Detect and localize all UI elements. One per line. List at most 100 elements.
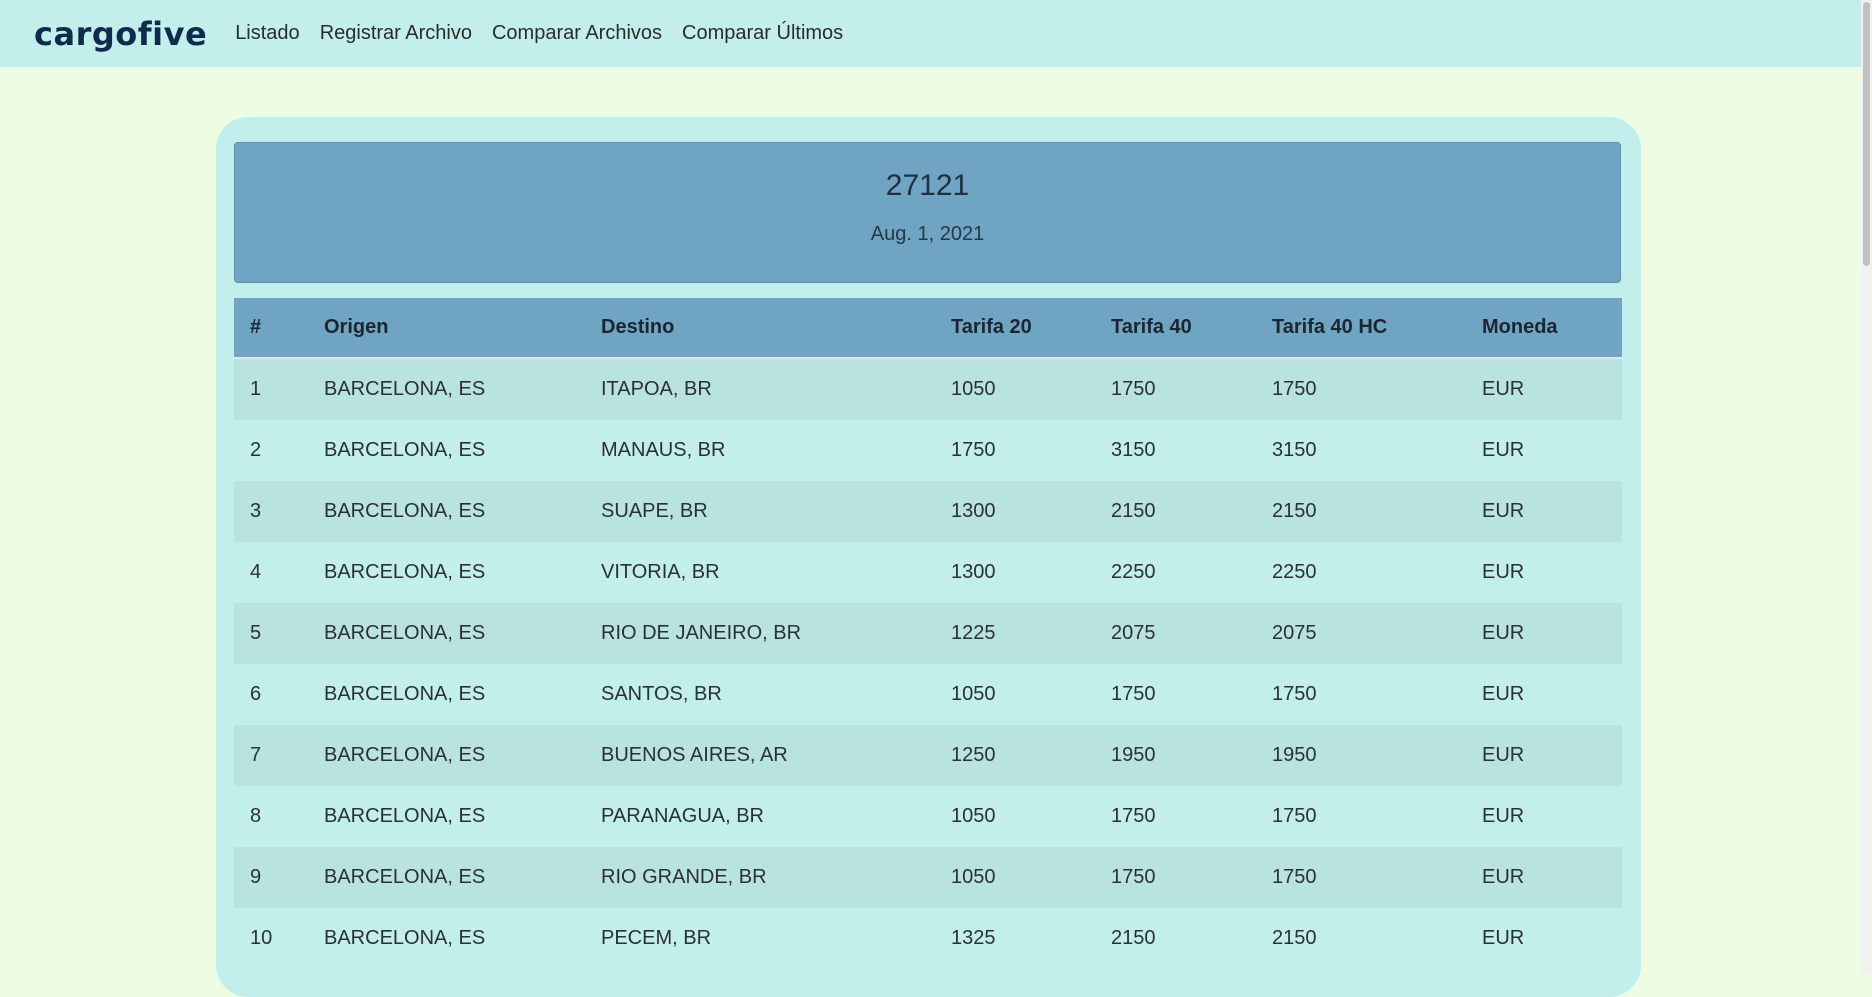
cell-tarifa-40: 2075: [1095, 603, 1256, 664]
cell-tarifa-20: 1750: [935, 420, 1095, 481]
file-detail-card: 27121 Aug. 1, 2021 # Origen Destino Tari…: [216, 117, 1641, 997]
table-row: 5 BARCELONA, ES RIO DE JANEIRO, BR 1225 …: [234, 603, 1622, 664]
table-row: 7 BARCELONA, ES BUENOS AIRES, AR 1250 19…: [234, 725, 1622, 786]
table-row: 9 BARCELONA, ES RIO GRANDE, BR 1050 1750…: [234, 847, 1622, 908]
scrollbar-thumb[interactable]: [1863, 2, 1870, 266]
cell-number: 7: [234, 725, 308, 786]
column-header-origen: Origen: [308, 298, 585, 359]
cell-moneda: EUR: [1466, 664, 1622, 725]
table-row: 1 BARCELONA, ES ITAPOA, BR 1050 1750 175…: [234, 358, 1622, 420]
cell-number: 4: [234, 542, 308, 603]
cell-destino: RIO DE JANEIRO, BR: [585, 603, 935, 664]
cell-destino: BUENOS AIRES, AR: [585, 725, 935, 786]
cell-tarifa-40-hc: 2150: [1256, 908, 1466, 969]
column-header-tarifa-40-hc: Tarifa 40 HC: [1256, 298, 1466, 359]
cell-destino: PARANAGUA, BR: [585, 786, 935, 847]
cell-moneda: EUR: [1466, 420, 1622, 481]
cell-moneda: EUR: [1466, 603, 1622, 664]
cell-tarifa-40: 2250: [1095, 542, 1256, 603]
cell-moneda: EUR: [1466, 481, 1622, 542]
nav-link-listado[interactable]: Listado: [235, 22, 300, 45]
nav-link-registrar-archivo[interactable]: Registrar Archivo: [320, 22, 472, 45]
cell-tarifa-40-hc: 1750: [1256, 847, 1466, 908]
column-header-moneda: Moneda: [1466, 298, 1622, 359]
column-header-tarifa-40: Tarifa 40: [1095, 298, 1256, 359]
nav-link-comparar-ultimos[interactable]: Comparar Últimos: [682, 22, 843, 45]
cell-moneda: EUR: [1466, 725, 1622, 786]
cell-tarifa-20: 1300: [935, 542, 1095, 603]
cell-tarifa-40-hc: 1750: [1256, 664, 1466, 725]
cell-tarifa-20: 1300: [935, 481, 1095, 542]
cell-tarifa-20: 1050: [935, 847, 1095, 908]
table-row: 6 BARCELONA, ES SANTOS, BR 1050 1750 175…: [234, 664, 1622, 725]
cell-tarifa-20: 1325: [935, 908, 1095, 969]
file-id: 27121: [885, 169, 970, 202]
cell-origen: BARCELONA, ES: [308, 664, 585, 725]
cell-tarifa-40-hc: 1750: [1256, 786, 1466, 847]
cell-number: 9: [234, 847, 308, 908]
cell-tarifa-40-hc: 1950: [1256, 725, 1466, 786]
cell-destino: SANTOS, BR: [585, 664, 935, 725]
cell-tarifa-20: 1250: [935, 725, 1095, 786]
cell-tarifa-40: 2150: [1095, 908, 1256, 969]
file-header: 27121 Aug. 1, 2021: [234, 142, 1621, 283]
cell-tarifa-40: 1750: [1095, 847, 1256, 908]
cell-destino: PECEM, BR: [585, 908, 935, 969]
cell-tarifa-40: 2150: [1095, 481, 1256, 542]
cell-tarifa-40: 1750: [1095, 358, 1256, 420]
cell-tarifa-40-hc: 1750: [1256, 358, 1466, 420]
cell-origen: BARCELONA, ES: [308, 725, 585, 786]
cell-origen: BARCELONA, ES: [308, 420, 585, 481]
cell-tarifa-40: 1750: [1095, 664, 1256, 725]
cell-tarifa-40: 3150: [1095, 420, 1256, 481]
cell-tarifa-40: 1750: [1095, 786, 1256, 847]
cell-number: 8: [234, 786, 308, 847]
cell-moneda: EUR: [1466, 908, 1622, 969]
top-navbar: cargofive Listado Registrar Archivo Comp…: [0, 0, 1861, 67]
table-row: 3 BARCELONA, ES SUAPE, BR 1300 2150 2150…: [234, 481, 1622, 542]
cell-destino: MANAUS, BR: [585, 420, 935, 481]
brand-logo[interactable]: cargofive: [34, 15, 207, 53]
page-scrollbar[interactable]: [1861, 0, 1872, 974]
column-header-destino: Destino: [585, 298, 935, 359]
file-date: Aug. 1, 2021: [870, 223, 985, 245]
cell-origen: BARCELONA, ES: [308, 358, 585, 420]
cell-destino: VITORIA, BR: [585, 542, 935, 603]
cell-number: 5: [234, 603, 308, 664]
cell-tarifa-40-hc: 2150: [1256, 481, 1466, 542]
cell-tarifa-40-hc: 2250: [1256, 542, 1466, 603]
cell-number: 6: [234, 664, 308, 725]
cell-origen: BARCELONA, ES: [308, 542, 585, 603]
cell-moneda: EUR: [1466, 542, 1622, 603]
cell-origen: BARCELONA, ES: [308, 908, 585, 969]
table-row: 4 BARCELONA, ES VITORIA, BR 1300 2250 22…: [234, 542, 1622, 603]
table-row: 8 BARCELONA, ES PARANAGUA, BR 1050 1750 …: [234, 786, 1622, 847]
column-header-number: #: [234, 298, 308, 359]
cell-destino: SUAPE, BR: [585, 481, 935, 542]
table-row: 10 BARCELONA, ES PECEM, BR 1325 2150 215…: [234, 908, 1622, 969]
cell-tarifa-20: 1050: [935, 664, 1095, 725]
cell-number: 3: [234, 481, 308, 542]
table-header-row: # Origen Destino Tarifa 20 Tarifa 40 Tar…: [234, 298, 1622, 359]
cell-tarifa-40-hc: 2075: [1256, 603, 1466, 664]
cell-tarifa-20: 1050: [935, 358, 1095, 420]
cell-destino: ITAPOA, BR: [585, 358, 935, 420]
cell-number: 10: [234, 908, 308, 969]
cell-tarifa-40: 1950: [1095, 725, 1256, 786]
cell-moneda: EUR: [1466, 847, 1622, 908]
cell-tarifa-40-hc: 3150: [1256, 420, 1466, 481]
cell-number: 2: [234, 420, 308, 481]
cell-origen: BARCELONA, ES: [308, 481, 585, 542]
cell-moneda: EUR: [1466, 358, 1622, 420]
cell-tarifa-20: 1225: [935, 603, 1095, 664]
cell-destino: RIO GRANDE, BR: [585, 847, 935, 908]
cell-origen: BARCELONA, ES: [308, 603, 585, 664]
rates-table: # Origen Destino Tarifa 20 Tarifa 40 Tar…: [234, 298, 1622, 969]
table-row: 2 BARCELONA, ES MANAUS, BR 1750 3150 315…: [234, 420, 1622, 481]
column-header-tarifa-20: Tarifa 20: [935, 298, 1095, 359]
cell-origen: BARCELONA, ES: [308, 847, 585, 908]
nav-link-comparar-archivos[interactable]: Comparar Archivos: [492, 22, 662, 45]
cell-origen: BARCELONA, ES: [308, 786, 585, 847]
cell-number: 1: [234, 358, 308, 420]
cell-moneda: EUR: [1466, 786, 1622, 847]
